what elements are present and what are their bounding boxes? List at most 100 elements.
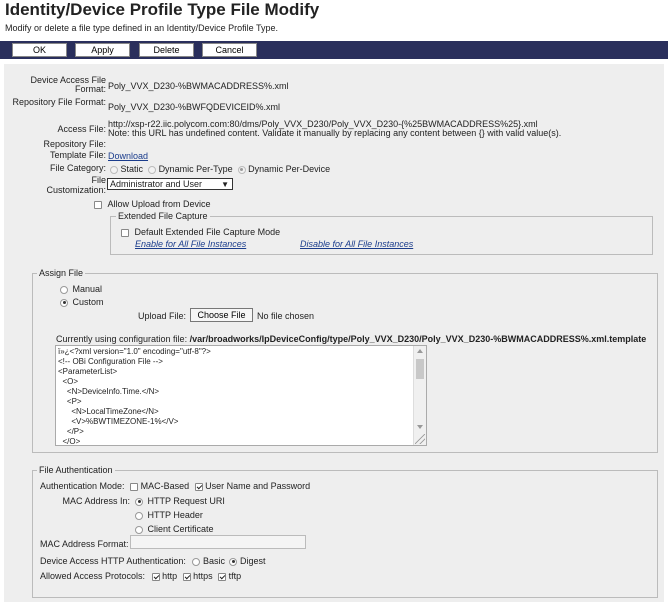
category-per-type-radio[interactable] [148,165,157,174]
basic-radio[interactable] [192,557,201,566]
mac-format-label: MAC Address Format: [40,539,129,549]
download-link[interactable]: Download [108,151,148,161]
user-pass-checkbox[interactable] [194,482,203,491]
default-extended-checkbox[interactable] [121,228,129,237]
http-request-uri-label: HTTP Request URI [147,496,225,506]
digest-label: Digest [239,556,266,566]
config-line: <!-- OBi Configuration File --> [58,357,163,366]
http-request-uri-radio[interactable] [135,497,143,506]
file-category-label: File Category: [49,163,106,173]
manual-radio[interactable] [60,285,68,294]
customization-select[interactable]: Administrator and User ▼ [107,178,233,190]
no-file-chosen: No file chosen [257,311,315,321]
http-header-label: HTTP Header [147,510,203,520]
tftp-checkbox[interactable] [218,572,227,581]
config-line: <ParameterList> [58,367,118,376]
mac-based-label: MAC-Based [140,481,190,491]
assign-file-legend: Assign File [37,268,86,278]
current-config-row: Currently using configuration file: /var… [56,334,646,344]
device-access-file-value: Poly_VVX_D230-%BWMACADDRESS%.xml [108,81,289,91]
http-request-uri-row: HTTP Request URI [135,496,225,506]
disable-all-link[interactable]: Disable for All File Instances [300,239,413,249]
http-auth-label: Device Access HTTP Authentication: [40,556,186,566]
http-label: http [162,571,178,581]
client-cert-radio[interactable] [135,525,143,534]
scroll-down-icon[interactable] [417,425,423,429]
mac-format-input[interactable] [130,535,306,549]
digest-radio[interactable] [229,557,238,566]
manual-row: Manual [60,284,102,294]
client-cert-label: Client Certificate [147,524,214,534]
file-category-group: Static Dynamic Per-Type Dynamic Per-Devi… [110,164,330,174]
current-config-prefix: Currently using configuration file: [56,334,190,344]
access-file-note: Note: this URL has undefined content. Va… [108,128,562,138]
mac-based-checkbox[interactable] [130,482,139,491]
resize-grip-icon[interactable] [415,434,425,444]
config-line: </O> [58,437,81,446]
category-per-type-label: Dynamic Per-Type [158,164,233,174]
scroll-thumb[interactable] [416,359,424,379]
ok-button[interactable]: OK [12,43,67,57]
access-file-label: Access File: [57,124,106,134]
upload-file-label: Upload File: [138,311,187,321]
auth-mode-label: Authentication Mode: [40,481,125,491]
category-static-radio[interactable] [110,165,118,174]
https-checkbox[interactable] [182,572,191,581]
config-line: ï»¿<?xml version="1.0" encoding="utf-8"?… [58,347,211,356]
config-line: <V>%BWTIMEZONE-1%</V> [58,417,179,426]
allow-upload-row: Allow Upload from Device [94,199,211,209]
repo-template-label-2: Template File: [49,150,106,160]
customization-label-2: Customization: [46,185,106,195]
default-extended-label: Default Extended File Capture Mode [134,227,281,237]
apply-button[interactable]: Apply [75,43,130,57]
protocols-row: Allowed Access Protocols: http https tft… [40,571,241,581]
current-config-path: /var/broadworks/IpDeviceConfig/type/Poly… [189,334,647,344]
custom-radio[interactable] [60,298,68,307]
delete-button[interactable]: Delete [139,43,194,57]
extended-capture-legend: Extended File Capture [116,211,210,221]
https-label: https [193,571,213,581]
config-line: <P> [58,397,82,406]
choose-file-button[interactable]: Choose File [190,308,253,322]
http-checkbox[interactable] [151,572,160,581]
config-line: <O> [58,377,79,386]
tftp-label: tftp [228,571,242,581]
user-pass-label: User Name and Password [205,481,311,491]
http-header-row: HTTP Header [135,510,203,520]
allow-upload-checkbox[interactable] [94,200,102,209]
http-auth-row: Device Access HTTP Authentication: Basic… [40,556,266,566]
cancel-button[interactable]: Cancel [202,43,257,57]
protocols-label: Allowed Access Protocols: [40,571,146,581]
custom-row: Custom [60,297,104,307]
page-subtitle: Modify or delete a file type defined in … [5,23,278,33]
manual-label: Manual [72,284,103,294]
basic-label: Basic [202,556,225,566]
action-toolbar: OK Apply Delete Cancel [0,41,668,59]
http-header-radio[interactable] [135,511,143,520]
config-line: <N>LocalTimeZone</N> [58,407,159,416]
client-cert-row: Client Certificate [135,524,214,534]
mac-in-label: MAC Address In: [62,496,130,506]
page-title: Identity/Device Profile Type File Modify [5,0,320,19]
enable-all-link[interactable]: Enable for All File Instances [135,239,246,249]
repository-file-label: Repository File Format: [12,97,106,107]
category-static-label: Static [120,164,144,174]
textarea-scrollbar[interactable] [413,346,426,445]
custom-label: Custom [72,297,104,307]
category-per-device-label: Dynamic Per-Device [248,164,331,174]
category-per-device-radio[interactable] [237,165,246,174]
config-content-textarea[interactable]: ï»¿<?xml version="1.0" encoding="utf-8"?… [55,345,427,446]
device-access-file-label: Device Access File Format: [30,75,106,94]
scroll-up-icon[interactable] [417,349,423,353]
extended-capture-row: Default Extended File Capture Mode [121,227,280,237]
customization-value: Administrator and User [110,179,203,189]
auth-mode-row: Authentication Mode: MAC-Based User Name… [40,481,310,491]
repo-template-label-1: Repository File: [43,139,106,149]
allow-upload-label: Allow Upload from Device [107,199,211,209]
form-panel: Device Access File Format: Poly_VVX_D230… [4,64,664,602]
chevron-down-icon: ▼ [221,180,229,189]
repository-file-value: Poly_VVX_D230-%BWFQDEVICEID%.xml [108,102,281,112]
file-auth-legend: File Authentication [37,465,115,475]
config-line: </P> [58,427,84,436]
config-line: <N>DeviceInfo.Time.</N> [58,387,160,396]
